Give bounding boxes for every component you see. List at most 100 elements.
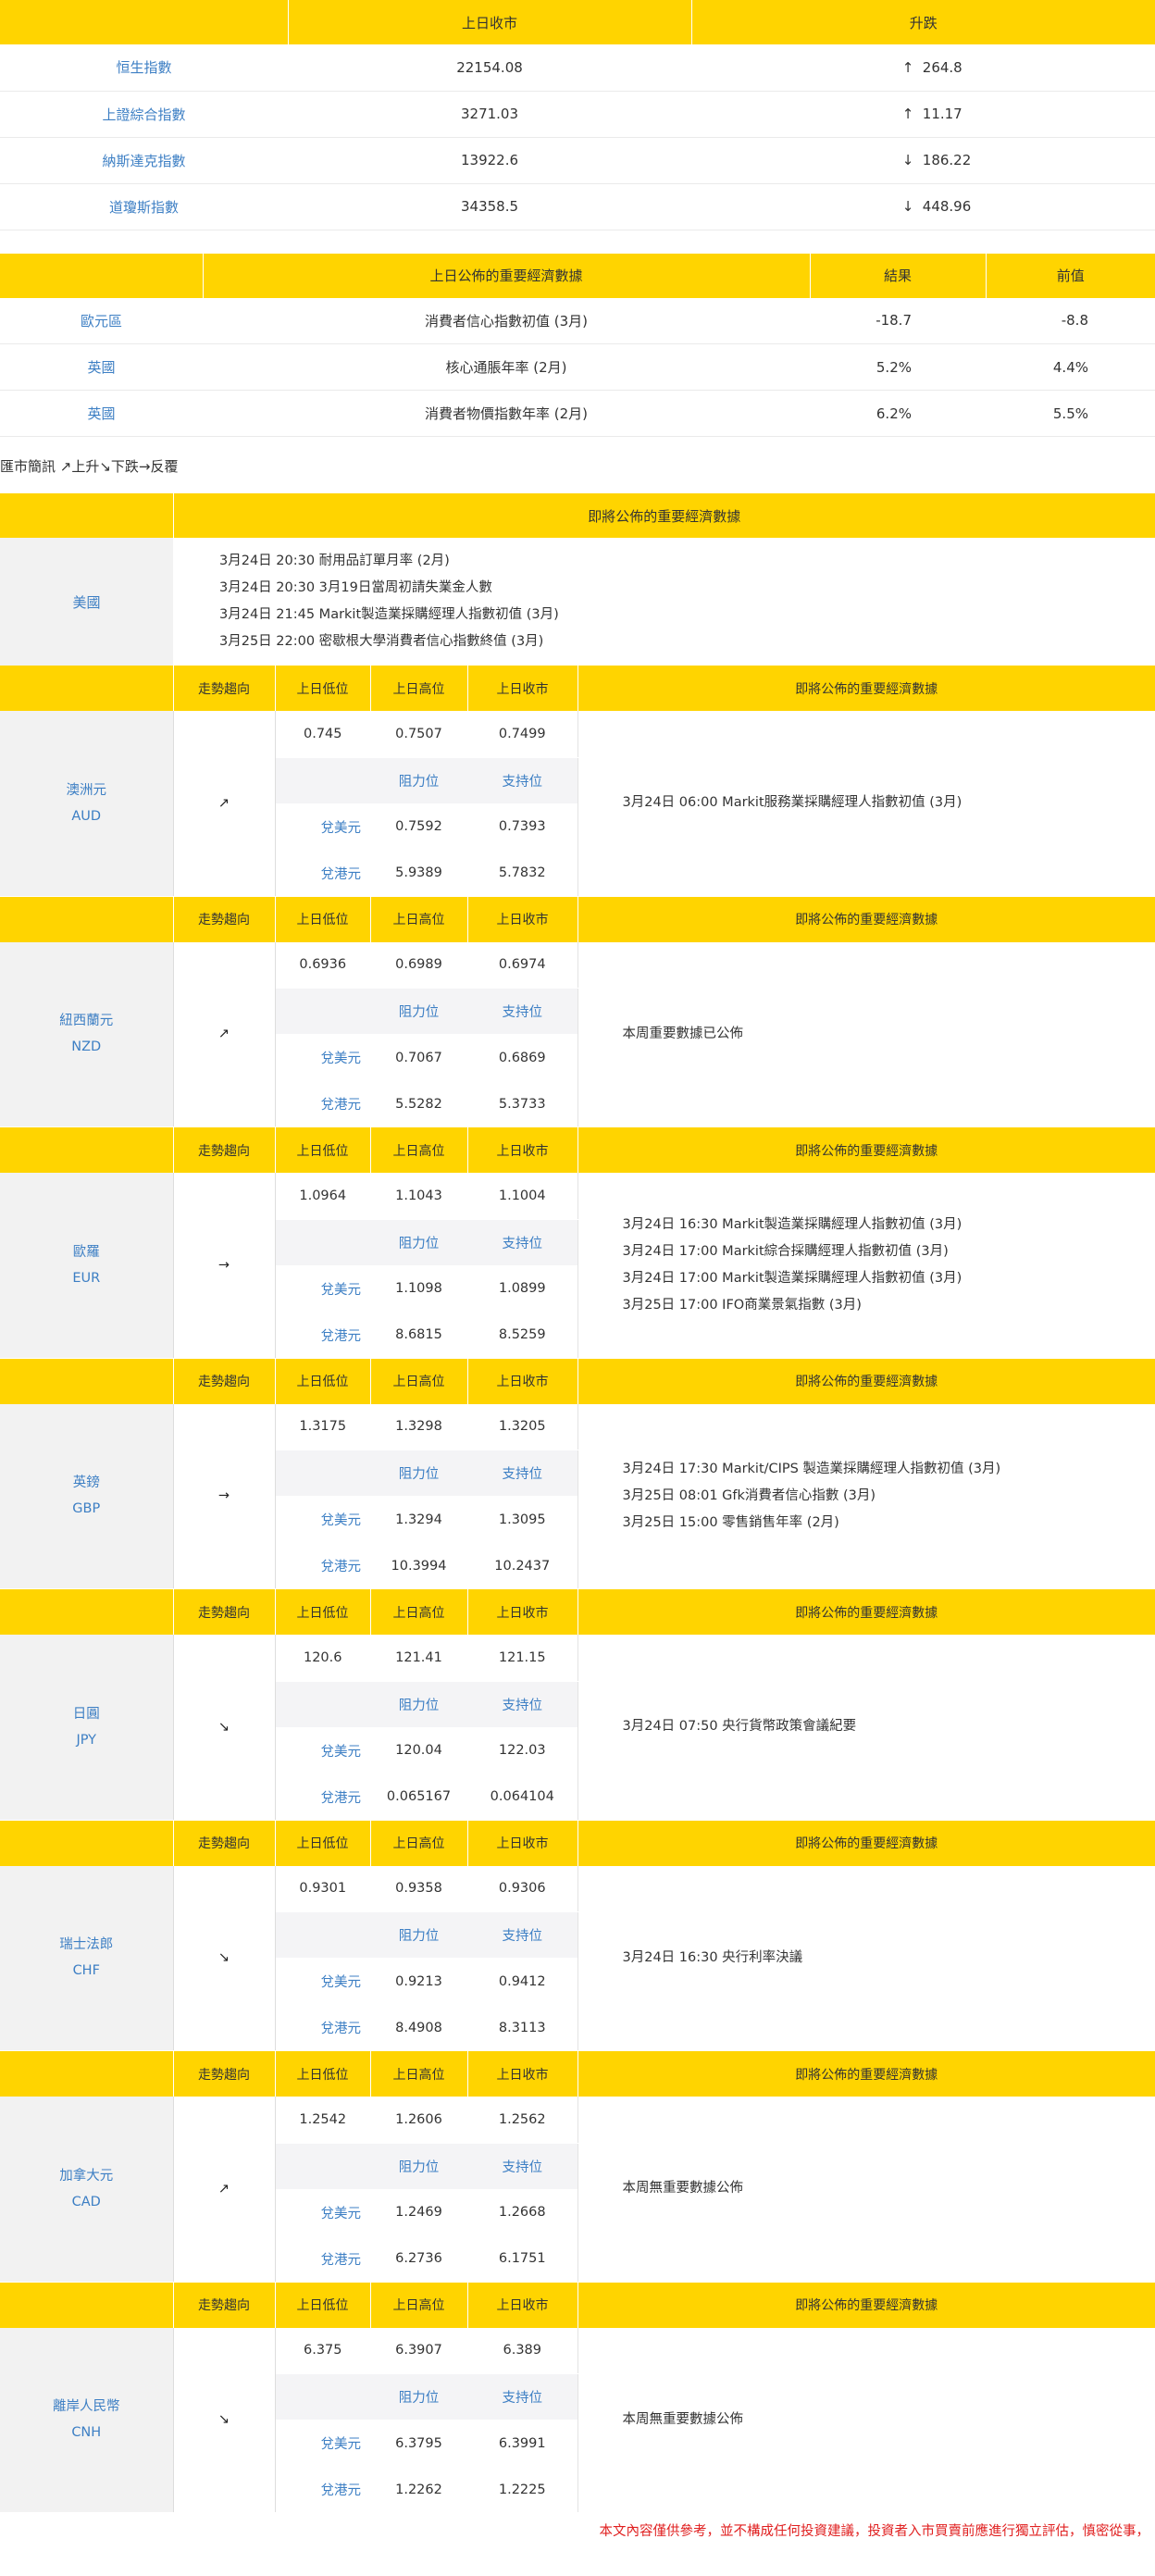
vs-usd-label: 兌美元 [275,2420,370,2467]
upcoming-header-blank [0,493,174,538]
index-name-link[interactable]: 道瓊斯指數 [0,183,288,230]
index-change: ↑ 264.8 [691,44,1155,92]
vs-usd-label: 兌美元 [275,1496,370,1543]
currency-code: GBP [72,1501,101,1517]
currency-name: 離岸人民幣 [53,2399,120,2415]
support-label: 支持位 [467,757,578,804]
trend-arrow-icon: ↗ [173,2097,276,2283]
economic-item: 消費者信心指數初值 (3月) [203,297,810,344]
index-row: 上證綜合指數 3271.03 ↑ 11.17 [0,91,1155,138]
index-change-value: 11.17 [922,106,962,122]
currency-price-row: 紐西蘭元 NZD ↗ 0.6936 0.6989 0.6974 本周重要數據已公佈 [0,941,1155,1127]
currency-code: CNH [71,2425,102,2441]
header-trend: 走勢趨向 [173,2282,276,2328]
currency-event-list: 3月24日 16:30 央行利率決議 [577,1865,1155,2051]
header-low: 上日低位 [275,1589,371,1635]
upcoming-event: 3月24日 20:30 耐用品訂單月率 (2月) [219,554,450,568]
currency-event: 本周重要數據已公佈 [622,1026,744,1041]
upcoming-region-link[interactable]: 美國 [0,538,173,666]
vs-usd-label: 兌美元 [275,1958,370,2005]
currency-name-link[interactable]: 加拿大元 CAD [0,2097,174,2283]
prev-low: 0.6936 [275,941,370,989]
hkd-resistance: 8.4908 [370,2004,467,2051]
header-events: 即將公佈的重要經濟數據 [795,1605,938,1621]
index-row: 恒生指數 22154.08 ↑ 264.8 [0,44,1155,92]
economic-region-link[interactable]: 歐元區 [0,297,203,344]
currency-header-blank [0,2282,174,2328]
vs-usd-label: 兌美元 [275,2189,370,2236]
currency-event-list: 3月24日 16:30 Markit製造業採購經理人指數初值 (3月) 3月24日… [577,1173,1155,1359]
economic-region-link[interactable]: 英國 [0,390,203,437]
economic-header-blank [0,253,204,298]
usd-resistance: 1.3294 [370,1496,467,1543]
upcoming-event: 3月24日 20:30 3月19日當周初請失業金人數 [219,580,492,595]
currency-name-link[interactable]: 歐羅 EUR [0,1173,174,1359]
prev-high: 0.7507 [370,711,467,758]
level-header-blank [275,2143,370,2190]
currency-event: 3月25日 15:00 零售銷售年率 (2月) [622,1514,839,1530]
currency-name-link[interactable]: 紐西蘭元 NZD [0,941,174,1127]
index-header-close: 上日收市 [288,0,692,44]
prev-high: 6.3907 [370,2327,467,2374]
currency-block-cad: 走勢趨向 上日低位 上日高位 上日收市 即將公佈的重要經濟數據 加拿大元 CAD ↗ 1.254… [0,2051,1155,2283]
currency-name-link[interactable]: 離岸人民幣 CNH [0,2327,174,2513]
resistance-label: 阻力位 [370,1450,467,1497]
usd-support: 6.3991 [467,2420,578,2467]
usd-resistance: 0.7067 [370,1034,467,1081]
currency-header-blank [0,1127,174,1173]
vs-usd-label: 兌美元 [275,803,370,851]
support-label: 支持位 [467,1219,578,1266]
header-high: 上日高位 [370,2051,468,2097]
support-label: 支持位 [467,2373,578,2420]
hkd-support: 5.7832 [467,850,578,897]
currency-code: EUR [72,1270,101,1286]
currency-code: CAD [71,2194,101,2209]
upcoming-header-row: 即將公佈的重要經濟數據 [0,493,1155,538]
currency-event-list: 3月24日 17:30 Markit/CIPS 製造業採購經理人指數初值 (3月… [577,1403,1155,1589]
index-name-link[interactable]: 上證綜合指數 [0,91,288,138]
support-label: 支持位 [467,2143,578,2190]
index-name-link[interactable]: 恒生指數 [0,44,288,92]
trend-arrow-icon: ↗ [173,711,276,897]
header-events: 即將公佈的重要經濟數據 [795,1143,938,1159]
currency-header-blank [0,2051,174,2097]
header-events: 即將公佈的重要經濟數據 [795,2298,938,2313]
currency-block-jpy: 走勢趨向 上日低位 上日高位 上日收市 即將公佈的重要經濟數據 日圓 JPY ↘ 120.6 12… [0,1589,1155,1821]
header-low: 上日低位 [275,2051,371,2097]
prev-close: 1.2562 [467,2097,578,2144]
prev-high: 1.1043 [370,1173,467,1220]
currency-event: 3月24日 16:30 Markit製造業採購經理人指數初值 (3月) [622,1216,962,1232]
currency-name: 日圓 [72,1706,100,1722]
usd-support: 122.03 [467,1727,578,1774]
economic-region-link[interactable]: 英國 [0,343,203,391]
index-name-link[interactable]: 納斯達克指數 [0,137,288,184]
currency-event-list: 本周無重要數據公佈 [577,2097,1155,2283]
currency-event: 3月24日 06:00 Markit服務業採購經理人指數初值 (3月) [622,795,962,811]
hkd-resistance: 6.2736 [370,2235,467,2283]
currency-price-row: 英鎊 GBP → 1.3175 1.3298 1.3205 3月24日 17:30 Mark… [0,1403,1155,1589]
upcoming-us-row: 美國 3月24日 20:30 耐用品訂單月率 (2月) 3月24日 20:30 … [0,538,1155,666]
support-label: 支持位 [467,1450,578,1497]
direction-arrow-icon: ↓ [901,152,914,168]
upcoming-event: 3月24日 21:45 Markit製造業採購經理人指數初值 (3月) [219,607,559,622]
economic-result: 6.2% [810,390,986,437]
prev-close: 1.1004 [467,1173,578,1220]
currency-block-chf: 走勢趨向 上日低位 上日高位 上日收市 即將公佈的重要經濟數據 瑞士法郎 CHF ↘ 0.930… [0,1820,1155,2051]
prev-close: 6.389 [467,2327,578,2374]
header-close: 上日收市 [467,1127,578,1173]
index-change-value: 448.96 [922,198,972,215]
usd-support: 1.0899 [467,1265,578,1313]
usd-support: 0.9412 [467,1958,578,2005]
hkd-resistance: 8.6815 [370,1312,467,1359]
header-trend: 走勢趨向 [173,1589,276,1635]
level-header-blank [275,1681,370,1728]
currency-name-link[interactable]: 澳洲元 AUD [0,711,174,897]
disclaimer-text: 本文內容僅供參考，並不構成任何投資建議，投資者入市買賣前應進行獨立評估，慎密從事… [599,2524,1150,2539]
currency-name-link[interactable]: 英鎊 GBP [0,1403,174,1589]
currency-name: 英鎊 [72,1475,100,1491]
header-trend: 走勢趨向 [173,666,276,711]
currency-name-link[interactable]: 瑞士法郎 CHF [0,1865,174,2051]
currency-name-link[interactable]: 日圓 JPY [0,1635,174,1821]
index-table: 上日收市 升跌 恒生指數 22154.08 ↑ 264.8 上證綜合指數 327… [0,0,1155,230]
direction-arrow-icon: ↑ [901,106,914,122]
